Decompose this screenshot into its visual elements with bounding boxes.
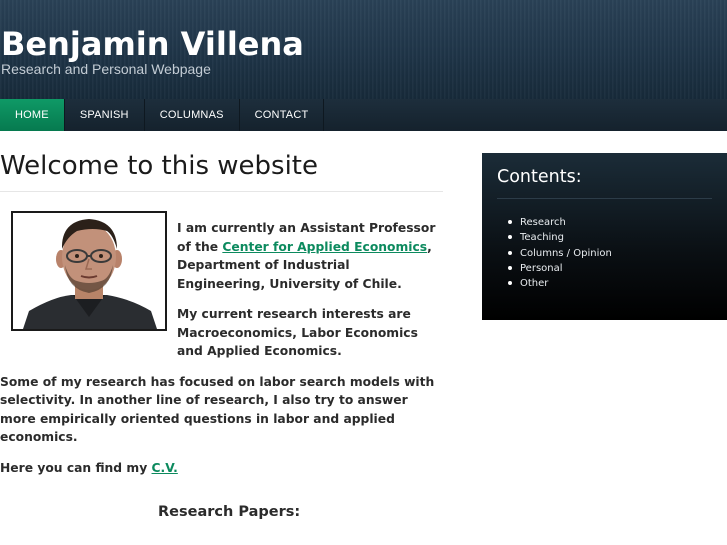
sidebar-item-columns[interactable]: Columns / Opinion <box>508 246 612 261</box>
main-content: Welcome to this website I am currently a… <box>0 131 445 545</box>
site-header: Benjamin Villena Research and Personal W… <box>0 0 727 99</box>
sidebar-item-personal[interactable]: Personal <box>508 261 612 276</box>
bullet-icon <box>508 235 512 240</box>
photo-float-spacer <box>0 219 177 346</box>
page-title: Welcome to this website <box>0 151 318 181</box>
intro-text: I am currently an Assistant Professor of… <box>0 219 440 489</box>
site-subtitle: Research and Personal Webpage <box>1 61 211 77</box>
sidebar-item-teaching[interactable]: Teaching <box>508 230 612 245</box>
research-papers-heading: Research Papers: <box>158 504 301 520</box>
site-title[interactable]: Benjamin Villena <box>1 24 304 64</box>
sidebar-divider <box>497 198 712 199</box>
nav-item-spanish[interactable]: SPANISH <box>65 99 145 131</box>
nav-item-home[interactable]: HOME <box>0 99 65 131</box>
research-paragraph: Some of my research has focused on labor… <box>0 374 435 445</box>
bullet-icon <box>508 265 512 270</box>
center-applied-economics-link[interactable]: Center for Applied Economics <box>222 240 427 254</box>
cv-link[interactable]: C.V. <box>152 461 178 475</box>
bullet-icon <box>508 220 512 224</box>
sidebar-item-research[interactable]: Research <box>508 215 612 230</box>
sidebar-item-other[interactable]: Other <box>508 276 612 291</box>
cv-paragraph: Here you can find my C.V. <box>0 460 178 475</box>
sidebar-list: Research Teaching Columns / Opinion Pers… <box>482 215 612 291</box>
nav-item-columnas[interactable]: COLUMNAS <box>145 99 240 131</box>
bullet-icon <box>508 250 512 255</box>
sidebar-contents: Contents: Research Teaching Columns / Op… <box>482 153 727 320</box>
sidebar-title: Contents: <box>497 167 582 187</box>
title-divider <box>0 191 443 192</box>
bullet-icon <box>508 281 512 286</box>
main-nav: HOME SPANISH COLUMNAS CONTACT <box>0 99 727 131</box>
nav-item-contact[interactable]: CONTACT <box>240 99 325 131</box>
